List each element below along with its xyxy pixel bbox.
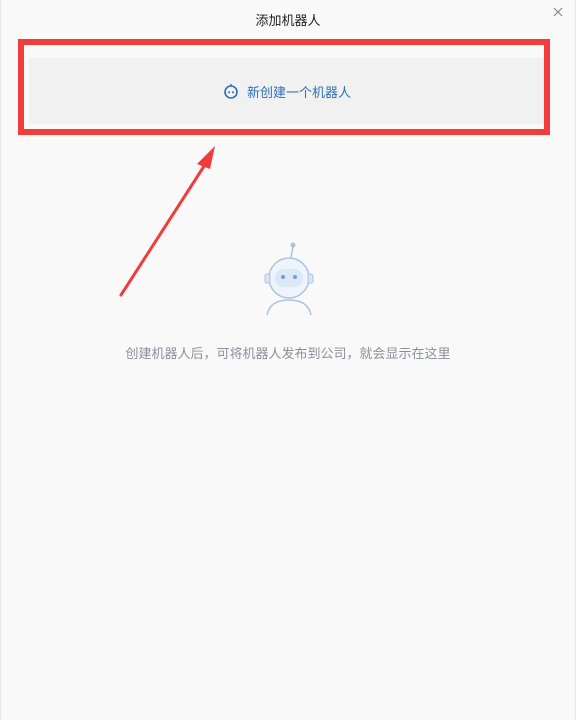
robot-illustration <box>256 240 322 318</box>
create-robot-label: 新创建一个机器人 <box>246 85 351 101</box>
empty-state-message: 创建机器人后，可将机器人发布到公司，就会显示在这里 <box>125 347 451 362</box>
dialog-title: 添加机器人 <box>255 14 321 29</box>
robot-icon <box>223 83 239 99</box>
create-robot-button[interactable]: 新创建一个机器人 <box>29 58 545 124</box>
add-robot-dialog: 添加机器人 新创建一个机器人 创建机器人后，可将机器人发布到公司，就会显示在这里 <box>0 0 576 720</box>
close-button[interactable] <box>550 4 566 20</box>
close-icon <box>553 7 563 17</box>
